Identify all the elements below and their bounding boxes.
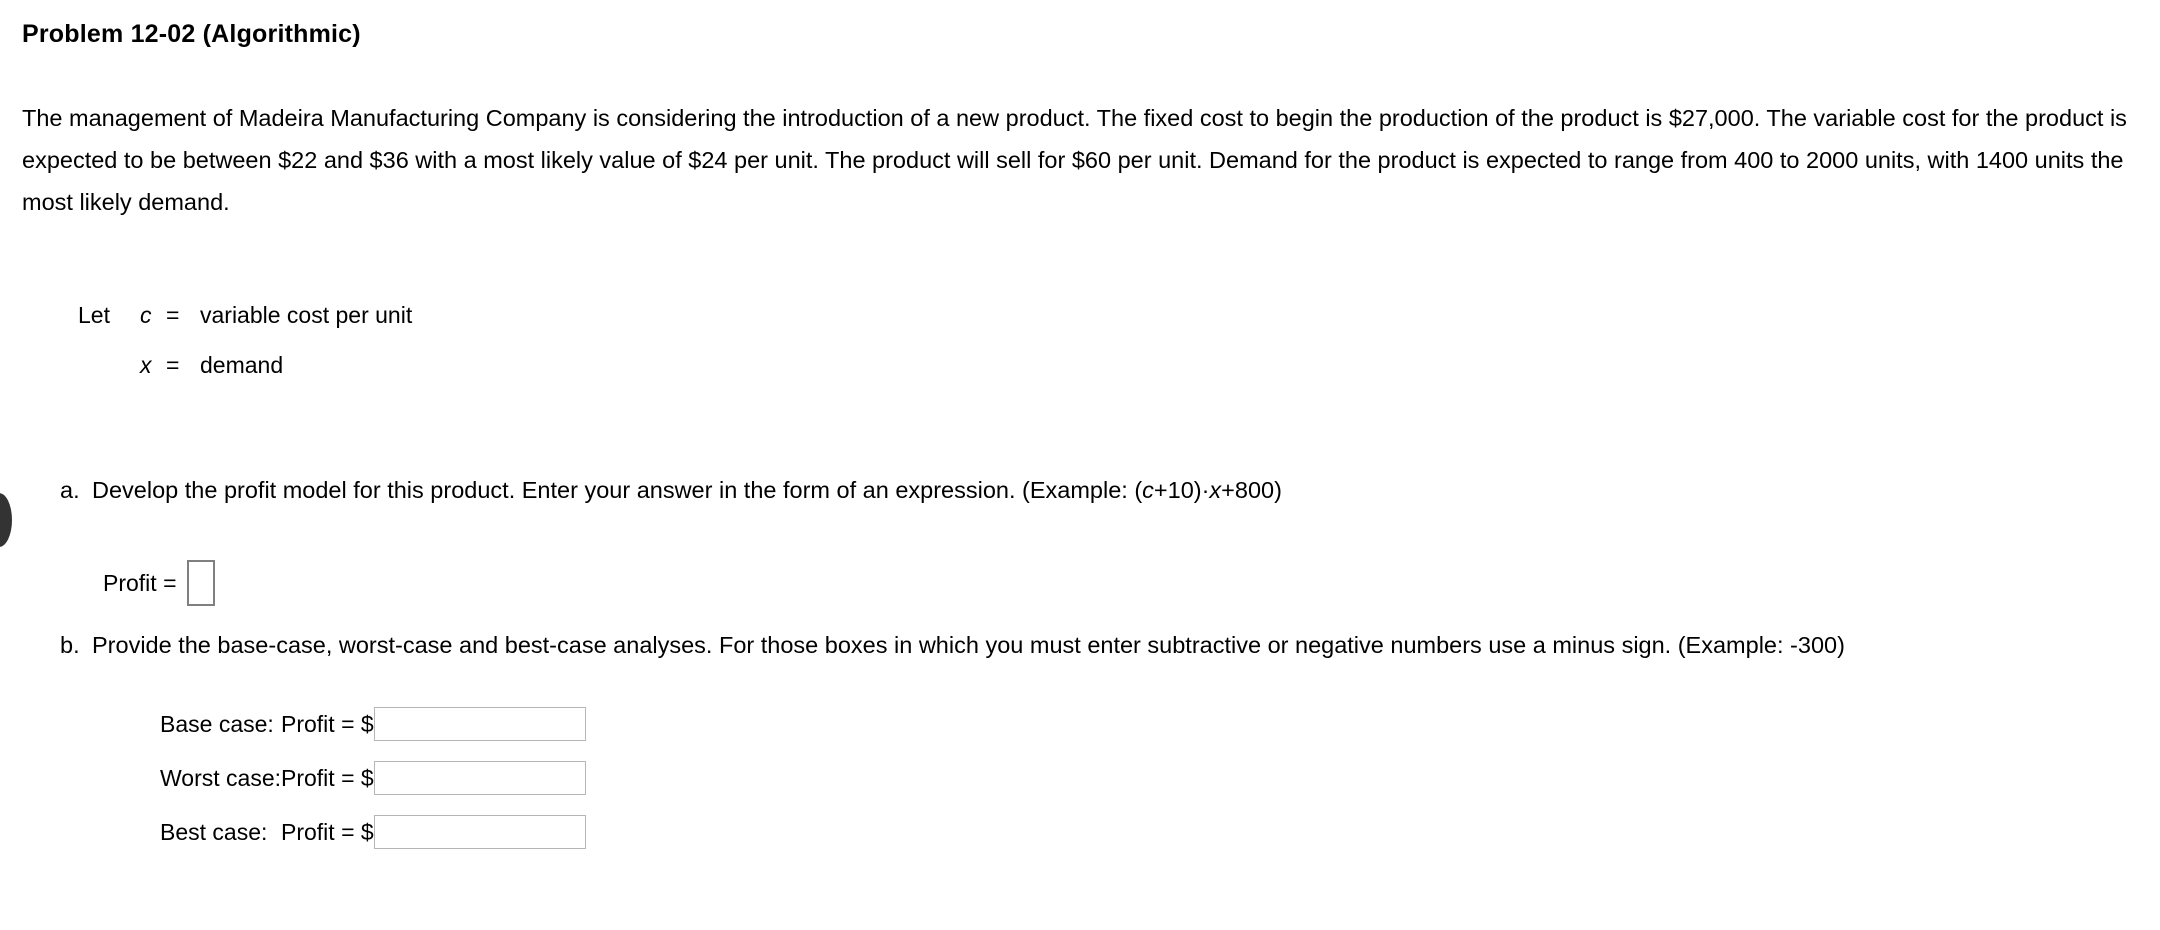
page-title: Problem 12-02 (Algorithmic) bbox=[22, 20, 361, 48]
worst-case-input-cell bbox=[373, 751, 586, 805]
base-case-profit-label: Profit = $ bbox=[281, 710, 374, 737]
worst-case-profit-input[interactable] bbox=[373, 761, 586, 795]
left-edge-arc-decoration bbox=[0, 493, 12, 547]
equals-sign-x: = bbox=[166, 352, 180, 378]
problem-statement: The management of Madeira Manufacturing … bbox=[22, 105, 2127, 215]
question-b-body: Provide the base-case, worst-case and be… bbox=[92, 632, 1845, 658]
question-a-text: a. Develop the profit model for this prod… bbox=[60, 477, 1282, 504]
best-case-profit-input[interactable] bbox=[373, 815, 586, 849]
worst-case-label: Worst case: bbox=[160, 764, 281, 791]
variable-meaning-x: demand bbox=[200, 352, 284, 378]
profit-label-a: Profit = bbox=[103, 569, 177, 596]
profit-expression-row: Profit = bbox=[103, 560, 215, 606]
table-row-best-case: Best case: Profit = $ bbox=[160, 805, 586, 859]
example-tail: +800) bbox=[1221, 477, 1282, 503]
variable-symbol-c: c bbox=[140, 302, 152, 328]
question-a-body: Develop the profit model for this produc… bbox=[92, 477, 1143, 503]
variable-meaning-c: variable cost per unit bbox=[200, 302, 413, 328]
definition-row-c: Let c = variable cost per unit bbox=[78, 290, 412, 340]
case-analysis-table: Base case: Profit = $ Worst case: Profit… bbox=[160, 697, 586, 859]
definition-row-x: x = demand bbox=[78, 340, 412, 390]
profit-expression-input[interactable] bbox=[186, 560, 215, 606]
question-b-letter: b. bbox=[60, 632, 80, 658]
best-case-profit-label: Profit = $ bbox=[281, 818, 374, 845]
example-middle: +10)· bbox=[1153, 477, 1210, 503]
equals-sign-c: = bbox=[166, 302, 180, 328]
example-variable-c: c bbox=[1142, 477, 1154, 503]
let-keyword: Let bbox=[78, 302, 110, 328]
table-row-worst-case: Worst case: Profit = $ bbox=[160, 751, 586, 805]
variable-symbol-x: x bbox=[140, 352, 152, 378]
table-row-base-case: Base case: Profit = $ bbox=[160, 697, 586, 751]
example-variable-x: x bbox=[1209, 477, 1222, 503]
question-a-letter: a. bbox=[60, 477, 80, 503]
best-case-input-cell bbox=[373, 805, 586, 859]
question-b-text: b. Provide the base-case, worst-case and … bbox=[60, 632, 1845, 659]
variable-definitions: Let c = variable cost per unit x = deman… bbox=[78, 290, 412, 390]
worst-case-profit-label: Profit = $ bbox=[281, 764, 374, 791]
base-case-label: Base case: bbox=[160, 710, 274, 737]
best-case-label: Best case: bbox=[160, 818, 268, 845]
base-case-input-cell bbox=[373, 697, 586, 751]
base-case-profit-input[interactable] bbox=[373, 707, 586, 741]
